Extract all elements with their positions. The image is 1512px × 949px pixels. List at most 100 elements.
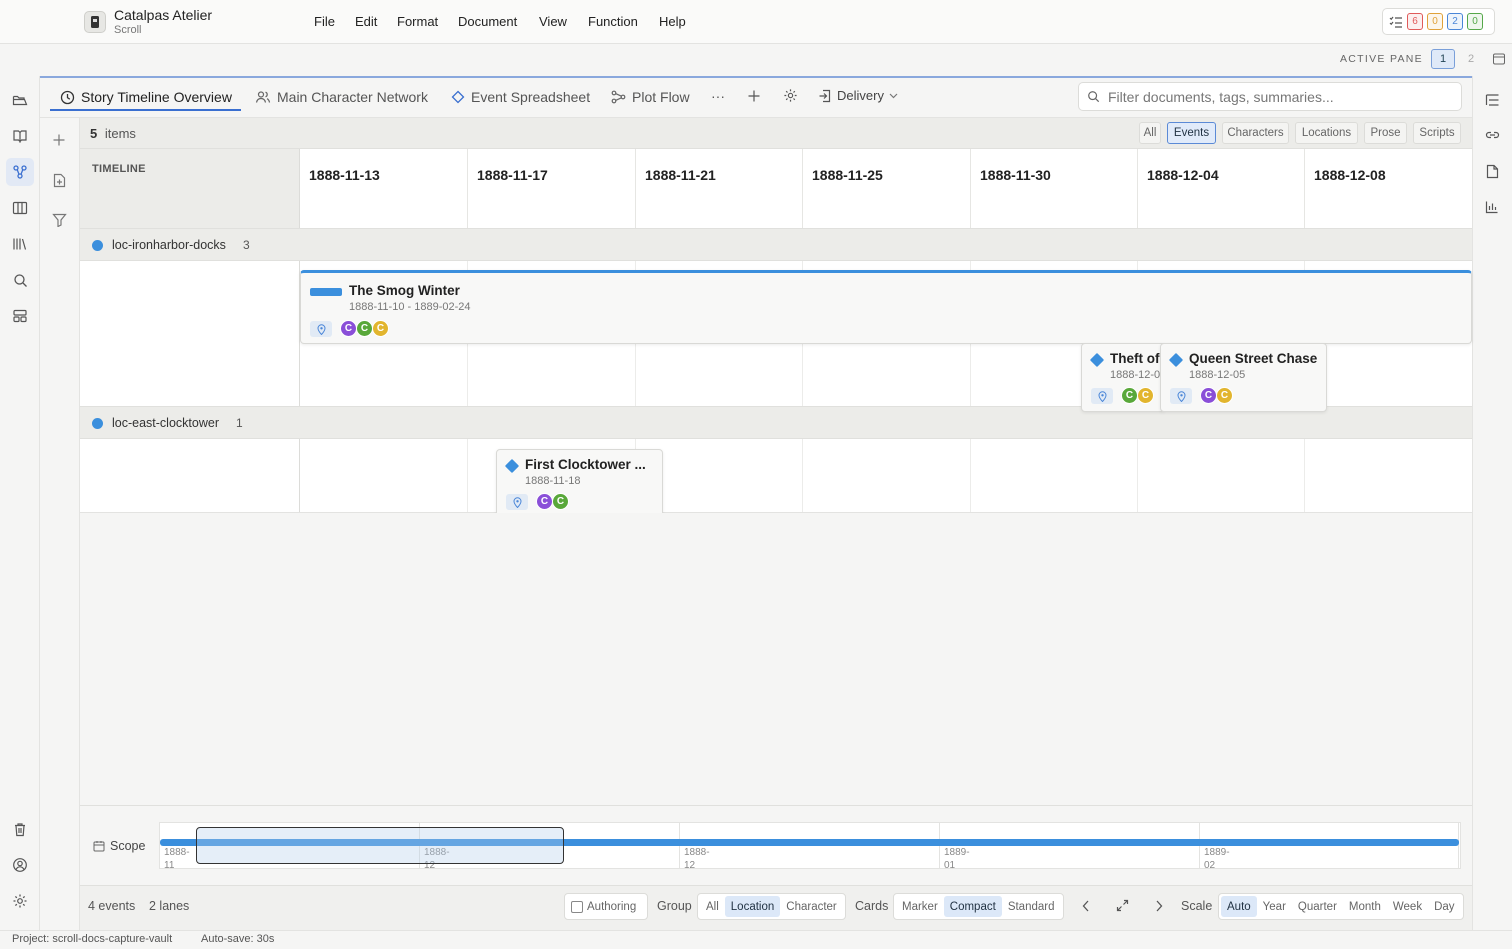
event-diamond-icon	[1168, 352, 1184, 368]
tab-event-spreadsheet[interactable]: Event Spreadsheet	[451, 86, 590, 108]
new-tab-icon[interactable]	[747, 89, 761, 103]
avatar[interactable]: C	[340, 320, 357, 337]
cards-option-standard[interactable]: Standard	[1002, 896, 1061, 917]
scale-option-year[interactable]: Year	[1257, 896, 1292, 917]
calendar-icon	[93, 840, 105, 852]
filter-tab-events[interactable]: Events	[1167, 122, 1216, 144]
add-document-icon[interactable]	[53, 173, 66, 188]
panel-layout-icon[interactable]	[1492, 52, 1506, 66]
chevron-right-icon[interactable]	[1155, 900, 1163, 912]
location-pin-icon[interactable]	[1170, 388, 1192, 404]
event-card-queen-street-chase[interactable]: Queen Street Chase 1888-12-05 C C	[1160, 343, 1327, 412]
authoring-toggle[interactable]: Authoring	[564, 893, 648, 920]
chevron-down-icon	[889, 93, 898, 99]
lane-header-ironharbor-docks[interactable]: loc-ironharbor-docks 3	[80, 228, 1472, 261]
scale-selector[interactable]: Auto Year Quarter Month Week Day	[1218, 893, 1464, 920]
cards-option-marker[interactable]: Marker	[896, 896, 944, 917]
menu-document[interactable]: Document	[458, 14, 517, 29]
date-column-header: 1888-11-17	[467, 149, 635, 229]
chevron-left-icon[interactable]	[1082, 900, 1090, 912]
trash-icon[interactable]	[8, 817, 32, 841]
tab-label: Main Character Network	[277, 89, 428, 105]
group-option-character[interactable]: Character	[780, 896, 843, 917]
expand-icon[interactable]	[1116, 899, 1129, 912]
warning-badge[interactable]: 0	[1427, 13, 1443, 30]
menu-edit[interactable]: Edit	[355, 14, 377, 29]
filter-tab-locations[interactable]: Locations	[1295, 122, 1358, 144]
event-date: 1888-12-0	[1110, 369, 1161, 381]
document-icon[interactable]	[1486, 164, 1499, 179]
scope-label: Scope	[93, 839, 145, 853]
group-selector[interactable]: All Location Character	[697, 893, 846, 920]
item-count-label: items	[104, 126, 136, 141]
app-name: Catalpas Atelier	[114, 7, 213, 23]
book-icon[interactable]	[8, 124, 32, 148]
menu-view[interactable]: View	[539, 14, 567, 29]
pane-2-button[interactable]: 2	[1459, 49, 1483, 69]
issue-badges[interactable]: 6 0 2 0	[1382, 8, 1495, 35]
tab-label: Event Spreadsheet	[471, 89, 591, 105]
avatar[interactable]: C	[536, 493, 553, 510]
avatar[interactable]: C	[1137, 387, 1154, 404]
group-option-location[interactable]: Location	[724, 896, 781, 917]
avatar[interactable]: C	[1200, 387, 1217, 404]
menu-function[interactable]: Function	[588, 14, 638, 29]
filter-tab-scripts[interactable]: Scripts	[1413, 122, 1461, 144]
location-pin-icon[interactable]	[506, 494, 528, 510]
columns-icon[interactable]	[8, 196, 32, 220]
link-icon[interactable]	[1485, 129, 1500, 141]
library-icon[interactable]	[8, 232, 32, 256]
stats-icon[interactable]	[1485, 200, 1499, 214]
filter-icon[interactable]	[52, 213, 67, 227]
location-pin-icon[interactable]	[310, 321, 332, 337]
scale-option-quarter[interactable]: Quarter	[1292, 896, 1343, 917]
users-icon	[255, 90, 271, 104]
account-icon[interactable]	[8, 853, 32, 877]
scale-option-auto[interactable]: Auto	[1221, 896, 1257, 917]
view-settings-icon[interactable]	[783, 88, 798, 103]
scope-window-handle[interactable]	[196, 827, 564, 864]
filter-tab-characters[interactable]: Characters	[1222, 122, 1289, 144]
menu-help[interactable]: Help	[659, 14, 686, 29]
delivery-dropdown[interactable]: Delivery	[818, 88, 898, 103]
settings-icon[interactable]	[8, 889, 32, 913]
outline-icon[interactable]	[1485, 93, 1500, 107]
location-pin-icon[interactable]	[1091, 388, 1113, 404]
avatar[interactable]: C	[1121, 387, 1138, 404]
filter-tab-prose[interactable]: Prose	[1364, 122, 1407, 144]
search-icon[interactable]	[8, 268, 32, 292]
scale-option-week[interactable]: Week	[1387, 896, 1428, 917]
event-card-theft[interactable]: Theft of 1888-12-0 C C	[1081, 343, 1165, 412]
timeline-nodes-icon[interactable]	[6, 158, 34, 186]
tab-main-character-network[interactable]: Main Character Network	[255, 86, 428, 108]
lane-name: loc-ironharbor-docks	[112, 238, 226, 252]
add-icon[interactable]	[52, 133, 66, 147]
info-badge[interactable]: 2	[1447, 13, 1463, 30]
cards-option-compact[interactable]: Compact	[943, 896, 1002, 917]
scale-option-day[interactable]: Day	[1428, 896, 1460, 917]
event-card-smog-winter[interactable]: The Smog Winter 1888-11-10 - 1889-02-24 …	[300, 270, 1472, 344]
avatar[interactable]: C	[1216, 387, 1233, 404]
authoring-checkbox[interactable]	[571, 900, 583, 913]
tab-story-timeline-overview[interactable]: Story Timeline Overview	[60, 86, 232, 108]
event-diamond-icon	[1089, 352, 1105, 368]
success-badge[interactable]: 0	[1467, 13, 1483, 30]
filter-input[interactable]	[1108, 88, 1448, 105]
folder-icon[interactable]	[8, 88, 32, 112]
menu-file[interactable]: File	[314, 14, 335, 29]
tab-plot-flow[interactable]: Plot Flow	[611, 86, 690, 108]
more-tabs-icon[interactable]: ···	[711, 88, 725, 104]
filter-box[interactable]	[1078, 82, 1462, 111]
cards-selector[interactable]: Marker Compact Standard	[893, 893, 1064, 920]
layout-icon[interactable]	[8, 304, 32, 328]
group-option-all[interactable]: All	[700, 896, 725, 917]
avatar[interactable]: C	[356, 320, 373, 337]
avatar[interactable]: C	[372, 320, 389, 337]
error-badge[interactable]: 6	[1407, 13, 1423, 30]
filter-tab-all[interactable]: All	[1139, 122, 1161, 144]
menu-format[interactable]: Format	[397, 14, 438, 29]
scale-option-month[interactable]: Month	[1343, 896, 1387, 917]
avatar[interactable]: C	[552, 493, 569, 510]
pane-1-button[interactable]: 1	[1431, 49, 1455, 69]
event-card-first-clocktower[interactable]: First Clocktower ... 1888-11-18 C C	[496, 449, 663, 518]
